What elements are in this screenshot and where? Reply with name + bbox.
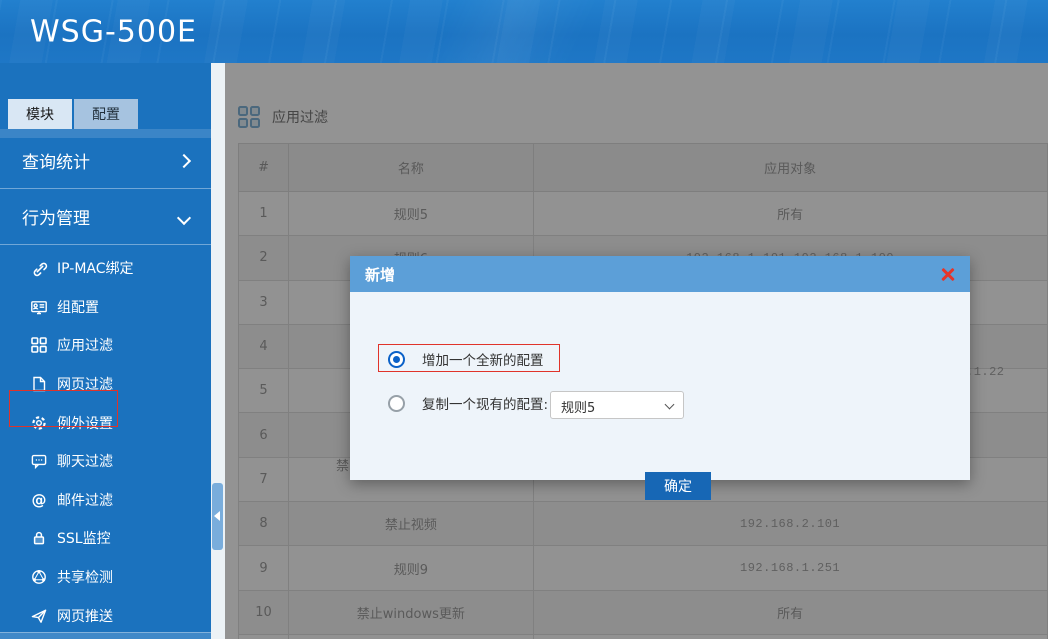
page-icon <box>30 375 48 393</box>
sidebar-group-query-stats[interactable]: 查询统计 <box>0 133 211 189</box>
sidebar-item-ip-mac-binding[interactable]: IP-MAC绑定 <box>0 249 211 288</box>
send-icon <box>30 607 48 625</box>
share-icon <box>30 568 48 586</box>
sidebar-group-behavior-mgmt[interactable]: 行为管理 <box>0 189 211 245</box>
link-icon <box>30 259 48 277</box>
app-window: WSG-500E 模块 配置 查询统计 行为管理 <box>0 0 1048 639</box>
option-new-config[interactable]: 增加一个全新的配置 <box>388 347 544 371</box>
product-logo: WSG-500E <box>30 14 197 49</box>
sidebar-item-group-config[interactable]: 组配置 <box>0 288 211 327</box>
sidebar-item-label: 组配置 <box>57 297 99 317</box>
sidebar-item-label: 网页过滤 <box>57 374 113 394</box>
radio-selected-icon[interactable] <box>388 351 405 368</box>
sidebar-item-exception-settings[interactable]: 例外设置 <box>0 403 211 442</box>
sidebar-menu: IP-MAC绑定 组配置 <box>0 249 211 635</box>
option-label: 增加一个全新的配置 <box>422 349 544 369</box>
dialog-titlebar: 新增 <box>350 256 970 292</box>
grid-icon <box>30 336 48 354</box>
sidebar-item-label: IP-MAC绑定 <box>57 258 134 278</box>
sidebar-item-ssl-monitor[interactable]: SSL监控 <box>0 519 211 558</box>
chevron-down-icon <box>177 211 191 225</box>
sidebar-item-label: 应用过滤 <box>57 335 113 355</box>
tab-modules[interactable]: 模块 <box>8 99 72 129</box>
group-label: 查询统计 <box>22 148 90 173</box>
sidebar-item-label: 网页推送 <box>57 606 113 626</box>
tab-config[interactable]: 配置 <box>74 99 138 129</box>
dialog-title: 新增 <box>365 264 395 285</box>
sidebar: 模块 配置 查询统计 行为管理 IP-MAC绑定 <box>0 63 211 639</box>
chevron-right-icon <box>177 153 191 167</box>
sidebar-collapse-handle[interactable] <box>212 483 223 550</box>
sidebar-item-label: 例外设置 <box>57 413 113 433</box>
sidebar-item-share-detection[interactable]: 共享检测 <box>0 558 211 597</box>
sidebar-item-web-filter[interactable]: 网页过滤 <box>0 365 211 404</box>
sidebar-item-chat-filter[interactable]: 聊天过滤 <box>0 442 211 481</box>
option-label: 复制一个现有的配置: <box>422 393 548 413</box>
option-copy-config[interactable]: 复制一个现有的配置: <box>388 389 548 417</box>
select-value: 规则5 <box>561 397 595 416</box>
close-icon[interactable] <box>940 266 956 282</box>
chevron-down-icon <box>665 400 675 410</box>
sidebar-gutter <box>211 63 225 639</box>
sidebar-item-label: 邮件过滤 <box>57 490 113 510</box>
id-card-icon <box>30 298 48 316</box>
top-header: WSG-500E <box>0 0 1048 63</box>
gear-icon <box>30 414 48 432</box>
dialog-body: 增加一个全新的配置 复制一个现有的配置: 规则5 确定 <box>350 292 970 480</box>
sidebar-tabs: 模块 配置 <box>8 99 138 129</box>
radio-unselected-icon[interactable] <box>388 395 405 412</box>
add-new-dialog: 新增 增加一个全新的配置 复制一个现有的配置: 规则5 确定 <box>350 256 970 480</box>
sidebar-item-label: SSL监控 <box>57 528 111 548</box>
at-icon: @ <box>30 491 48 509</box>
chat-icon <box>30 452 48 470</box>
sidebar-item-app-filter[interactable]: 应用过滤 <box>0 326 211 365</box>
sidebar-item-label: 聊天过滤 <box>57 451 113 471</box>
sidebar-item-mail-filter[interactable]: @ 邮件过滤 <box>0 481 211 520</box>
sidebar-item-web-push[interactable]: 网页推送 <box>0 596 211 635</box>
ok-button[interactable]: 确定 <box>645 472 711 500</box>
existing-config-select[interactable]: 规则5 <box>550 391 684 419</box>
lock-icon <box>30 529 48 547</box>
sidebar-item-label: 共享检测 <box>57 567 113 587</box>
sidebar-bottom-separator <box>0 632 211 639</box>
group-label: 行为管理 <box>22 204 90 229</box>
